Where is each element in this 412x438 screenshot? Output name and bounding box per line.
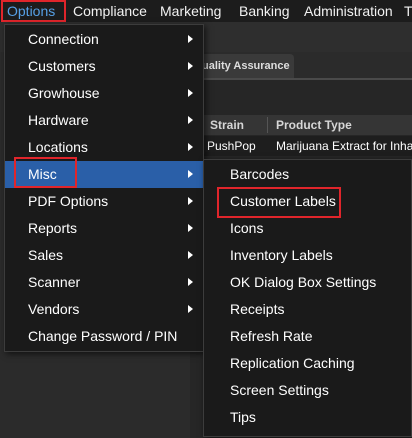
menu-item-label: Connection bbox=[28, 31, 99, 47]
column-separator bbox=[267, 117, 268, 133]
submenu-item-icons[interactable]: Icons bbox=[204, 215, 411, 242]
cell-product-type: Marijuana Extract for Inhal bbox=[276, 139, 412, 153]
menu-item-growhouse[interactable]: Growhouse bbox=[5, 80, 203, 107]
submenu-item-ok-dialog-settings[interactable]: OK Dialog Box Settings bbox=[204, 269, 411, 296]
submenu-item-customer-labels[interactable]: Customer Labels bbox=[204, 188, 411, 215]
menu-item-label: Locations bbox=[28, 139, 88, 155]
submenu-item-tips[interactable]: Tips bbox=[204, 404, 411, 431]
menu-item-label: Inventory Labels bbox=[230, 247, 333, 263]
table-header: Strain Product Type bbox=[200, 115, 412, 135]
submenu-arrow-icon bbox=[188, 143, 193, 151]
menu-item-hardware[interactable]: Hardware bbox=[5, 107, 203, 134]
cell-strain: PushPop bbox=[207, 139, 256, 153]
menu-item-label: PDF Options bbox=[28, 193, 109, 209]
misc-submenu: Barcodes Customer Labels Icons Inventory… bbox=[203, 159, 412, 437]
menu-item-label: Receipts bbox=[230, 301, 285, 317]
submenu-item-receipts[interactable]: Receipts bbox=[204, 296, 411, 323]
submenu-arrow-icon bbox=[188, 278, 193, 286]
column-header-strain[interactable]: Strain bbox=[210, 115, 244, 135]
menu-item-vendors[interactable]: Vendors bbox=[5, 296, 203, 323]
menu-item-label: Sales bbox=[28, 247, 64, 263]
submenu-item-replication-caching[interactable]: Replication Caching bbox=[204, 350, 411, 377]
menu-item-label: Customers bbox=[28, 58, 96, 74]
menu-item-label: Vendors bbox=[28, 301, 80, 317]
menu-item-label: Growhouse bbox=[28, 85, 100, 101]
table-row[interactable]: PushPop Marijuana Extract for Inhal bbox=[200, 136, 412, 156]
submenu-arrow-icon bbox=[188, 305, 193, 313]
submenu-arrow-icon bbox=[188, 89, 193, 97]
menu-item-label: OK Dialog Box Settings bbox=[230, 274, 377, 290]
menu-item-label: Change Password / PIN bbox=[28, 328, 178, 344]
submenu-arrow-icon bbox=[188, 116, 193, 124]
menu-item-pdf-options[interactable]: PDF Options bbox=[5, 188, 203, 215]
menu-item-customers[interactable]: Customers bbox=[5, 53, 203, 80]
menu-item-reports[interactable]: Reports bbox=[5, 215, 203, 242]
submenu-item-inventory-labels[interactable]: Inventory Labels bbox=[204, 242, 411, 269]
menu-item-label: Customer Labels bbox=[230, 193, 336, 209]
submenu-item-barcodes[interactable]: Barcodes bbox=[204, 161, 411, 188]
submenu-arrow-icon bbox=[188, 35, 193, 43]
tab-label: uality Assurance bbox=[202, 60, 290, 72]
menu-item-label: Reports bbox=[28, 220, 78, 236]
menu-administration[interactable]: Administration bbox=[304, 0, 393, 22]
menu-item-label: Screen Settings bbox=[230, 382, 329, 398]
options-dropdown-menu: Connection Customers Growhouse Hardware … bbox=[4, 24, 204, 352]
menu-banking[interactable]: Banking bbox=[239, 0, 290, 22]
menu-item-label: Refresh Rate bbox=[230, 328, 313, 344]
menu-item-label: Tips bbox=[230, 409, 256, 425]
submenu-item-screen-settings[interactable]: Screen Settings bbox=[204, 377, 411, 404]
submenu-item-refresh-rate[interactable]: Refresh Rate bbox=[204, 323, 411, 350]
submenu-arrow-icon bbox=[188, 251, 193, 259]
menu-item-locations[interactable]: Locations bbox=[5, 134, 203, 161]
menu-marketing[interactable]: Marketing bbox=[160, 0, 221, 22]
menu-item-label: Replication Caching bbox=[230, 355, 355, 371]
menu-item-change-password[interactable]: Change Password / PIN bbox=[5, 323, 203, 350]
tab-divider bbox=[190, 78, 412, 80]
menu-item-label: Scanner bbox=[28, 274, 81, 290]
menu-item-scanner[interactable]: Scanner bbox=[5, 269, 203, 296]
menu-item-misc[interactable]: Misc bbox=[5, 161, 203, 188]
column-header-product-type[interactable]: Product Type bbox=[276, 115, 352, 135]
menu-item-sales[interactable]: Sales bbox=[5, 242, 203, 269]
tab-quality-assurance[interactable]: uality Assurance bbox=[196, 54, 294, 78]
submenu-arrow-icon bbox=[188, 224, 193, 232]
submenu-arrow-icon bbox=[188, 170, 193, 178]
submenu-arrow-icon bbox=[188, 197, 193, 205]
menu-item-label: Icons bbox=[230, 220, 264, 236]
menu-item-label: Barcodes bbox=[230, 166, 290, 182]
menu-item-label: Misc bbox=[28, 166, 57, 182]
menu-compliance[interactable]: Compliance bbox=[73, 0, 147, 22]
menu-bar: Options Compliance Marketing Banking Adm… bbox=[0, 0, 412, 22]
menu-truncated[interactable]: T bbox=[404, 0, 412, 22]
menu-options[interactable]: Options bbox=[7, 0, 55, 22]
menu-item-label: Hardware bbox=[28, 112, 89, 128]
submenu-arrow-icon bbox=[188, 62, 193, 70]
menu-item-connection[interactable]: Connection bbox=[5, 26, 203, 53]
